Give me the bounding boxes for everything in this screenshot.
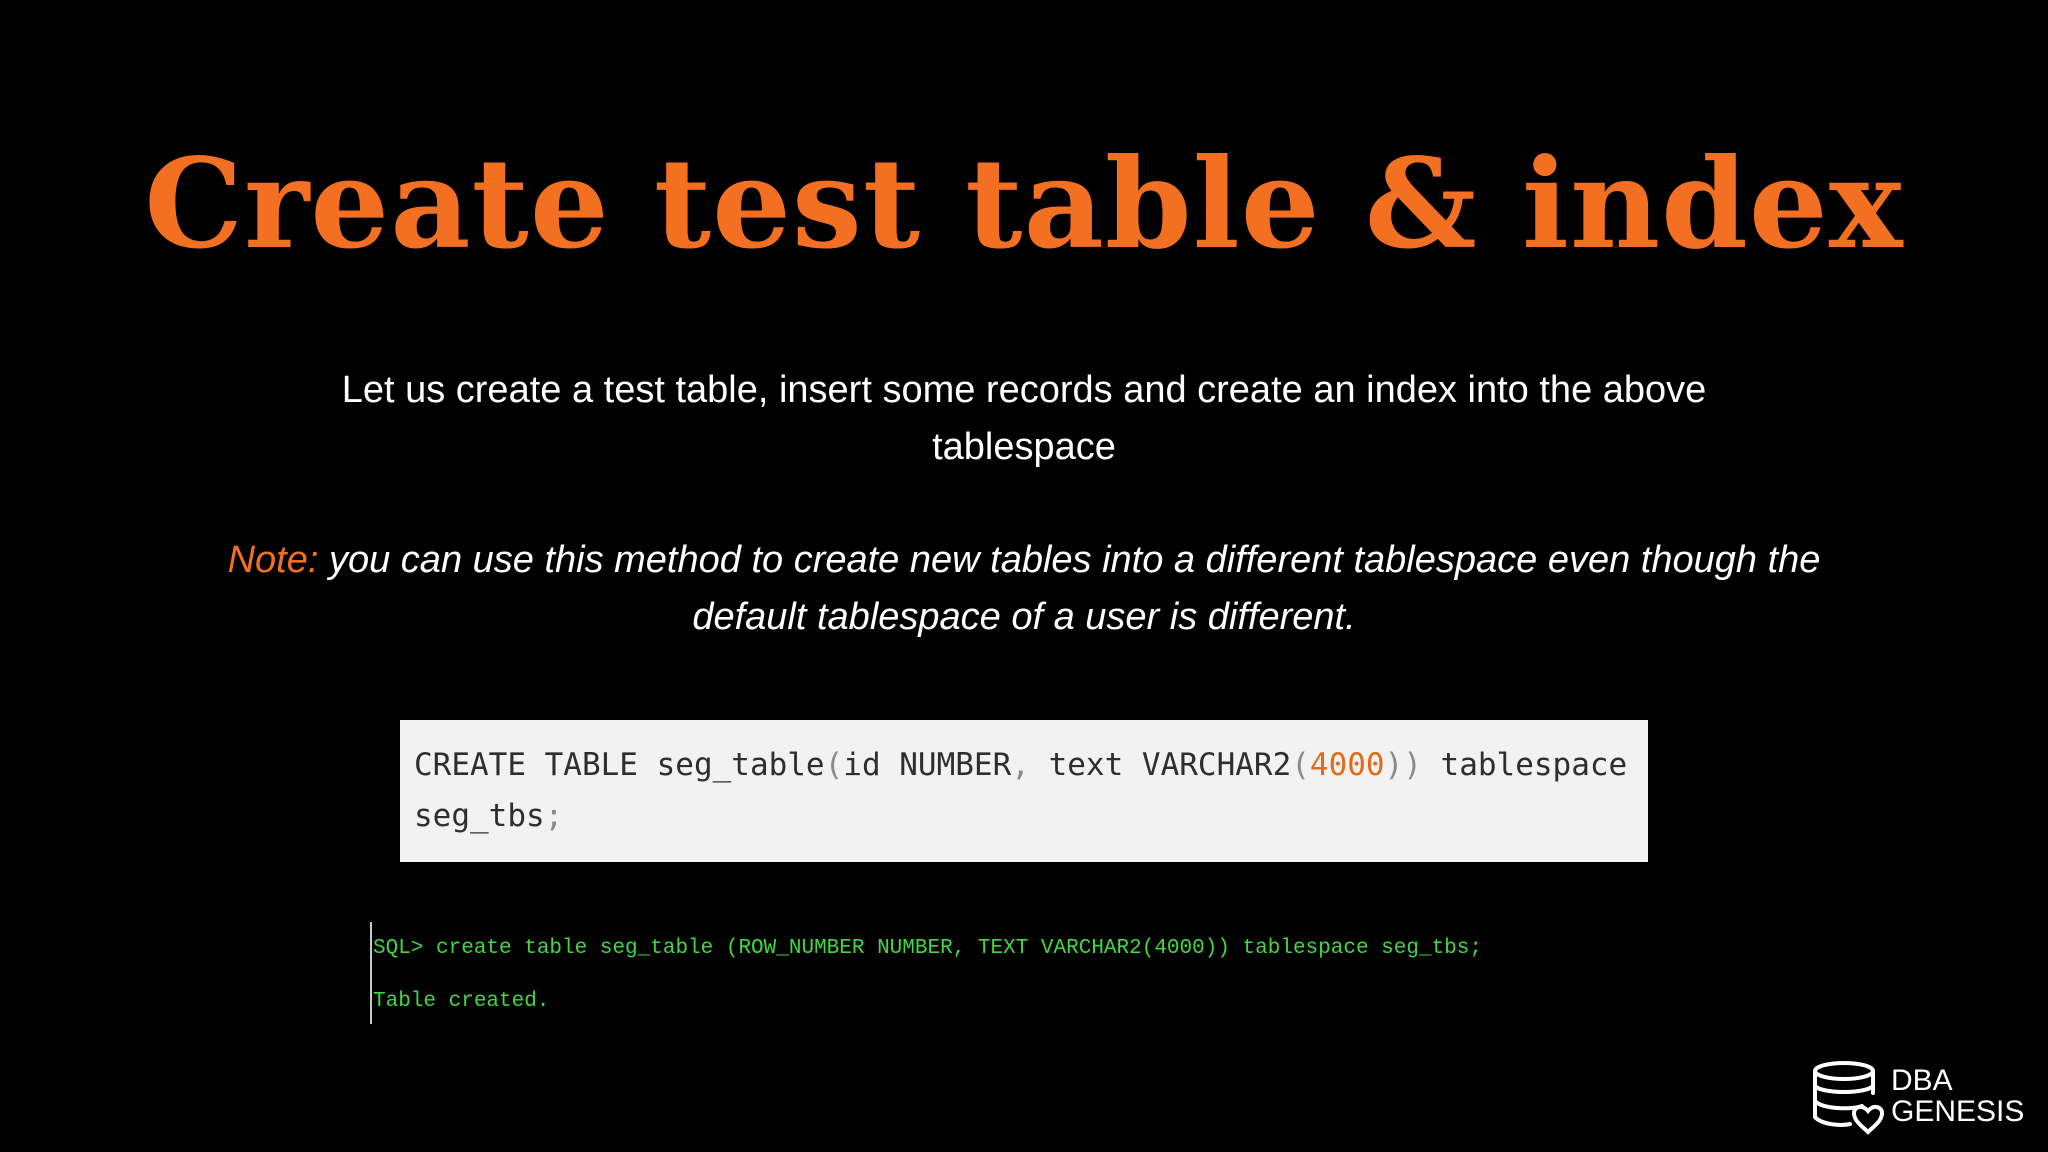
code-punctuation: ;	[544, 798, 564, 834]
code-punctuation: ,	[1011, 747, 1030, 783]
code-punctuation: (	[1291, 747, 1310, 783]
database-heart-icon	[1813, 1061, 1884, 1135]
terminal-line-command: SQL> create table seg_table (ROW_NUMBER …	[373, 937, 1482, 960]
logo-line-2: GENESIS	[1891, 1095, 2025, 1128]
note-text: you can use this method to create new ta…	[318, 539, 1821, 638]
note-label: Note:	[227, 539, 319, 581]
code-number-literal: 4000	[1309, 747, 1385, 783]
code-punctuation: (	[824, 747, 844, 783]
terminal-output: SQL> create table seg_table (ROW_NUMBER …	[370, 922, 1710, 1024]
slide-title: Create test table & index	[144, 132, 1904, 277]
logo-line-1: DBA	[1891, 1064, 1953, 1097]
code-punctuation: ))	[1384, 747, 1422, 783]
code-token: id NUMBER	[843, 747, 1012, 783]
code-token: CREATE TABLE seg_table	[414, 747, 825, 783]
note-paragraph: Note: you can use this method to create …	[224, 532, 1824, 646]
dba-genesis-logo: DBA GENESIS	[1812, 1060, 2048, 1140]
terminal-line-result: Table created.	[373, 990, 550, 1013]
intro-paragraph: Let us create a test table, insert some …	[341, 369, 1707, 468]
code-token: text VARCHAR2	[1029, 747, 1292, 783]
code-token: tablespace	[1421, 747, 1628, 783]
code-token: seg_tbs	[414, 798, 545, 834]
code-snippet-box: CREATE TABLE seg_table(id NUMBER, text V…	[400, 720, 1648, 862]
logo-wordmark: DBA GENESIS	[1891, 1065, 2024, 1127]
